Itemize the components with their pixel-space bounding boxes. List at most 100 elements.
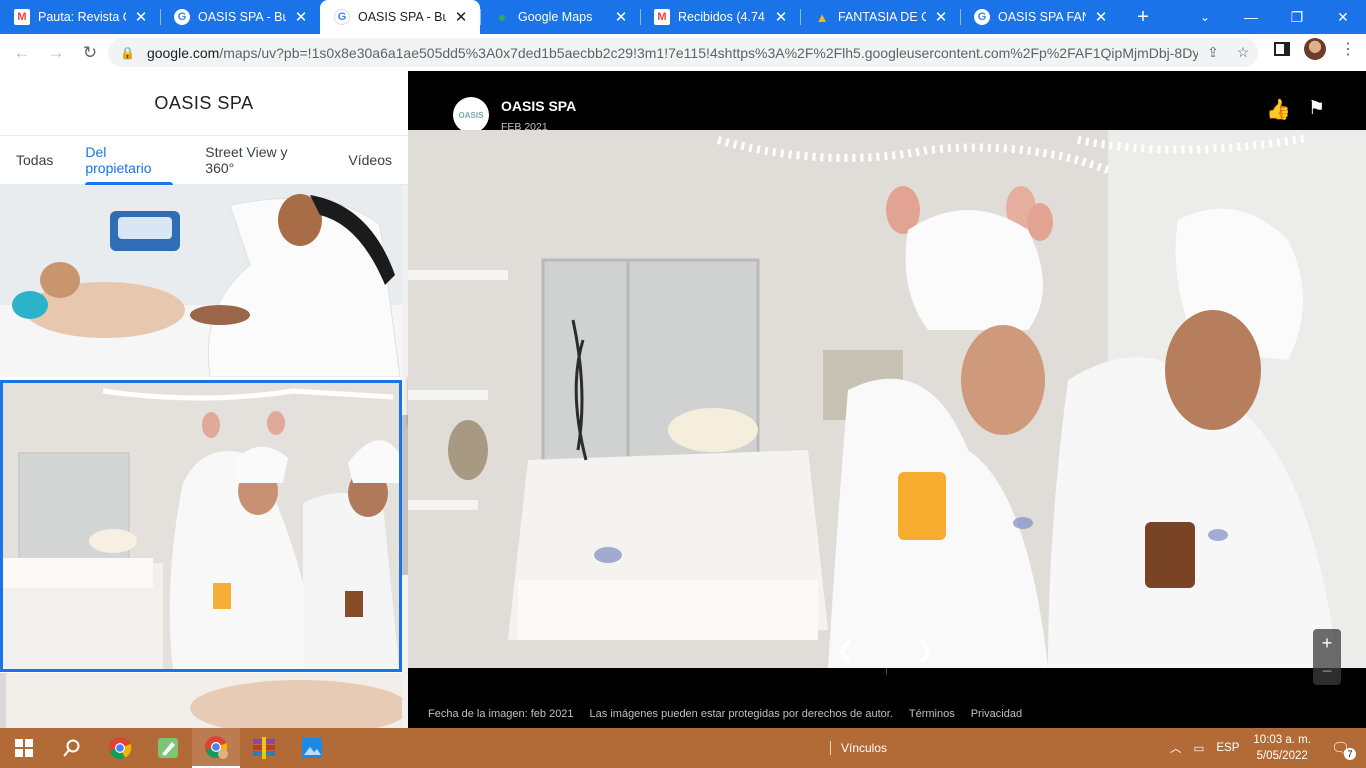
- browser-toolbar: ← → ↻ 🔒 google.com/maps/uv?pb=!1s0x8e30a…: [0, 34, 1366, 71]
- tab-title: Pauta: Revista Cal: [38, 10, 126, 24]
- archive-books-icon: [253, 737, 275, 759]
- google-icon: G: [174, 9, 190, 25]
- network-icon[interactable]: ▭: [1194, 741, 1205, 755]
- start-button[interactable]: [0, 728, 48, 768]
- tab-strip: M Pauta: Revista Cal ✕ G OASIS SPA - Bus…: [0, 0, 1366, 34]
- share-icon[interactable]: ⇪: [1198, 44, 1228, 61]
- magnifier-icon: [63, 739, 80, 757]
- pen-icon: [158, 738, 178, 758]
- nav-divider: [886, 629, 887, 675]
- close-tab-icon[interactable]: ✕: [132, 8, 150, 26]
- owner-name[interactable]: OASIS SPA: [501, 98, 576, 114]
- links-toolbar[interactable]: Vínculos: [830, 728, 887, 768]
- owner-avatar[interactable]: OASIS: [453, 97, 489, 133]
- flag-icon[interactable]: ⚑: [1308, 97, 1325, 120]
- restore-button[interactable]: ❐: [1274, 0, 1320, 34]
- chrome-profile-icon[interactable]: [192, 728, 240, 768]
- new-tab-button[interactable]: +: [1128, 0, 1158, 34]
- bookmark-star-icon[interactable]: ☆: [1228, 44, 1258, 61]
- language-indicator[interactable]: ESP: [1216, 742, 1239, 754]
- spa-treatment-photo: [0, 185, 402, 377]
- profile-avatar[interactable]: [1304, 38, 1326, 60]
- window-controls: — ❐ ✕: [1228, 0, 1366, 34]
- browser-chrome: M Pauta: Revista Cal ✕ G OASIS SPA - Bus…: [0, 0, 1366, 71]
- photo-thumbnail[interactable]: [0, 673, 402, 728]
- tab-title: Google Maps: [518, 10, 593, 24]
- photo-thumbnail[interactable]: [0, 185, 402, 377]
- chrome-icon[interactable]: [96, 728, 144, 768]
- lock-icon[interactable]: 🔒: [120, 46, 135, 60]
- google-icon: G: [334, 9, 350, 25]
- image-date-text: Fecha de la imagen: feb 2021: [428, 708, 574, 720]
- tab-title: OASIS SPA FANT/: [998, 10, 1086, 24]
- clock[interactable]: 10:03 a. m. 5/05/2022: [1253, 732, 1311, 764]
- browser-tab-active[interactable]: G OASIS SPA - Busc ✕: [320, 0, 480, 34]
- windows-logo-icon: [15, 739, 33, 757]
- tab-del-propietario[interactable]: Del propietario: [69, 135, 189, 185]
- browser-tab[interactable]: G OASIS SPA - Busc ✕: [160, 0, 320, 34]
- photo-category-tabs: Todas Del propietario Street View y 360°…: [0, 135, 408, 185]
- close-tab-icon[interactable]: ✕: [292, 8, 310, 26]
- clock-date: 5/05/2022: [1256, 750, 1308, 762]
- close-tab-icon[interactable]: ✕: [932, 8, 950, 26]
- winrar-icon[interactable]: [240, 728, 288, 768]
- google-icon: G: [974, 9, 990, 25]
- privacy-link[interactable]: Privacidad: [971, 708, 1022, 720]
- url-text[interactable]: google.com/maps/uv?pb=!1s0x8e30a6a1ae505…: [147, 45, 1198, 61]
- browser-tab[interactable]: M Recibidos (4.741) ✕: [640, 0, 800, 34]
- browser-tab[interactable]: ▲ FANTASIA DE CH ✕: [800, 0, 960, 34]
- close-tab-icon[interactable]: ✕: [772, 8, 790, 26]
- browser-tab[interactable]: M Pauta: Revista Cal ✕: [0, 0, 160, 34]
- previous-photo-chevron-icon[interactable]: ❮: [836, 637, 854, 663]
- links-toolbar-label: Vínculos: [841, 741, 888, 755]
- search-icon[interactable]: [48, 728, 96, 768]
- forward-arrow-icon[interactable]: →: [40, 37, 72, 69]
- main-photo[interactable]: [408, 130, 1366, 668]
- pen-app-icon[interactable]: [144, 728, 192, 768]
- close-tab-icon[interactable]: ✕: [1092, 8, 1110, 26]
- chrome-logo-icon: [109, 737, 132, 759]
- photo-thumbnail-selected[interactable]: [0, 380, 402, 672]
- gmail-icon: M: [654, 9, 670, 25]
- back-arrow-icon[interactable]: ←: [6, 37, 38, 69]
- thumbs-up-icon[interactable]: 👍: [1266, 97, 1291, 122]
- toolbar-right: ⋮: [1274, 38, 1356, 60]
- browser-tab[interactable]: G OASIS SPA FANT/ ✕: [960, 0, 1120, 34]
- copyright-text: Las imágenes pueden estar protegidas por…: [589, 708, 893, 720]
- more-menu-icon[interactable]: ⋮: [1340, 39, 1356, 59]
- chrome-logo-icon: [205, 736, 228, 759]
- owner-logo-text: OASIS: [458, 110, 484, 120]
- url-path: /maps/uv?pb=!1s0x8e30a6a1ae505dd5%3A0x7d…: [219, 44, 1198, 61]
- spa-photo: [0, 673, 402, 728]
- reload-icon[interactable]: ↻: [74, 37, 106, 69]
- address-bar[interactable]: 🔒 google.com/maps/uv?pb=!1s0x8e30a6a1ae5…: [108, 38, 1258, 67]
- tab-search-chevron-icon[interactable]: ⌄: [1190, 0, 1220, 34]
- photos-app-icon[interactable]: [288, 728, 336, 768]
- tab-title: OASIS SPA - Busc: [198, 10, 286, 24]
- terms-link[interactable]: Términos: [909, 708, 955, 720]
- gmail-icon: M: [14, 9, 30, 25]
- zoom-in-button[interactable]: +: [1313, 629, 1341, 657]
- zoom-control: + −: [1313, 629, 1341, 685]
- notifications-icon[interactable]: 🗨 7: [1331, 739, 1356, 760]
- tab-todas[interactable]: Todas: [0, 135, 69, 185]
- chevron-up-icon[interactable]: ︿: [1170, 740, 1182, 756]
- clock-time: 10:03 a. m.: [1253, 734, 1311, 746]
- tab-title: FANTASIA DE CH: [838, 10, 926, 24]
- close-window-button[interactable]: ✕: [1320, 0, 1366, 34]
- minimize-button[interactable]: —: [1228, 0, 1274, 34]
- close-tab-icon[interactable]: ✕: [612, 8, 630, 26]
- windows-taskbar: Vínculos ︿ ▭ ESP 10:03 a. m. 5/05/2022 🗨…: [0, 728, 1366, 768]
- side-panel-icon[interactable]: [1274, 42, 1290, 56]
- tab-videos[interactable]: Vídeos: [332, 135, 408, 185]
- next-photo-chevron-icon[interactable]: ❯: [916, 637, 934, 663]
- spa-friends-photo: [3, 383, 399, 669]
- zoom-out-button[interactable]: −: [1313, 657, 1341, 685]
- page-title: OASIS SPA: [154, 93, 254, 113]
- tab-street-view[interactable]: Street View y 360°: [189, 135, 332, 185]
- photos-icon: [302, 738, 322, 758]
- close-tab-icon[interactable]: ✕: [452, 8, 470, 26]
- photos-side-panel: OASIS SPA Todas Del propietario Street V…: [0, 71, 408, 728]
- browser-tab[interactable]: ● Google Maps ✕: [480, 0, 640, 34]
- viewer-footer: Fecha de la imagen: feb 2021 Las imágene…: [428, 708, 1022, 720]
